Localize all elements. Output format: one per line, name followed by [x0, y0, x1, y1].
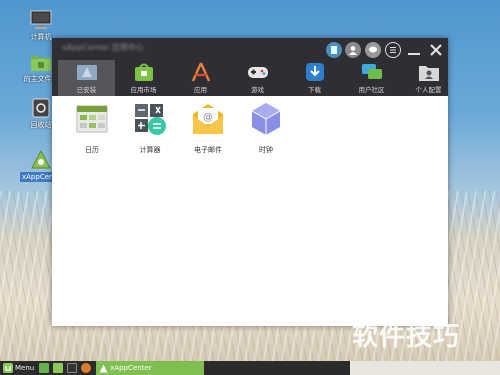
tab-label: 游戏 [251, 86, 264, 94]
tab-market[interactable]: 应用市场 [115, 60, 172, 96]
firefox-icon[interactable] [81, 363, 92, 373]
close-icon [430, 44, 442, 56]
profile-icon [418, 62, 440, 82]
menu-label: Menu [15, 364, 35, 372]
desktop: 计算机 的主文件夹 回收站 xAppCenter xAppCenter 应用中心 [0, 0, 500, 375]
xappcenter-icon [99, 364, 108, 372]
calendar-icon [75, 102, 109, 136]
market-icon [133, 62, 155, 82]
home-folder-icon [30, 52, 52, 72]
close-button[interactable] [428, 42, 444, 58]
tab-games[interactable]: 游戏 [229, 60, 286, 96]
skin-icon [331, 46, 337, 54]
clock-icon [249, 102, 283, 136]
minimize-icon [408, 53, 420, 55]
terminal-icon[interactable] [67, 363, 78, 373]
tab-label: 应用 [194, 86, 207, 94]
installed-apps-panel: 日历 计算器 @ 电子邮件 时钟 [52, 96, 448, 326]
calculator-icon [133, 102, 167, 136]
xappcenter-window: xAppCenter 应用中心 已安装 应用市场 应用 游戏 下载 用户社区 个… [52, 38, 448, 326]
taskbar-tray [350, 361, 500, 375]
svg-text:@: @ [203, 112, 213, 123]
window-title: xAppCenter 应用中心 [62, 43, 144, 52]
title-bar[interactable]: xAppCenter 应用中心 已安装 应用市场 应用 游戏 下载 用户社区 个… [52, 38, 448, 96]
app-label: 电子邮件 [194, 146, 222, 154]
app-calculator[interactable]: 计算器 [120, 102, 180, 155]
files-icon[interactable] [53, 363, 64, 373]
user-icon [349, 46, 357, 55]
mint-logo-icon [3, 363, 13, 373]
tab-apps[interactable]: 应用 [172, 60, 229, 96]
app-email[interactable]: @ 电子邮件 [178, 102, 238, 155]
chat-button[interactable] [365, 42, 381, 58]
gamepad-icon [247, 62, 269, 82]
tab-download[interactable]: 下载 [286, 60, 343, 96]
app-label: 计算器 [139, 146, 161, 154]
chat-icon [369, 46, 377, 53]
tab-label: 个人配置 [415, 86, 442, 94]
tab-label: 已安装 [76, 86, 97, 94]
tab-profile[interactable]: 个人配置 [400, 60, 457, 96]
tab-bar: 已安装 应用市场 应用 游戏 下载 用户社区 个人配置 [58, 60, 457, 96]
trash-icon [30, 98, 52, 118]
installed-icon [76, 62, 98, 82]
taskbar-item-xappcenter[interactable]: xAppCenter [96, 361, 205, 375]
apps-icon [190, 62, 212, 82]
app-label: 日历 [85, 146, 99, 154]
menu-button[interactable] [385, 42, 401, 58]
computer-icon [30, 10, 52, 30]
show-desktop-icon[interactable] [39, 363, 50, 373]
menu-button[interactable]: Menu [0, 361, 37, 375]
tab-label: 应用市场 [130, 86, 157, 94]
app-label: 时钟 [259, 146, 273, 154]
email-icon: @ [191, 102, 225, 136]
community-icon [361, 62, 383, 82]
tab-community[interactable]: 用户社区 [343, 60, 400, 96]
minimize-button[interactable] [406, 42, 422, 58]
watermark: 软件技巧 [352, 322, 461, 352]
menu-icon [390, 47, 396, 53]
app-clock[interactable]: 时钟 [236, 102, 296, 155]
tab-installed[interactable]: 已安装 [58, 60, 115, 96]
taskbar: Menu xAppCenter [0, 361, 500, 375]
tab-label: 下载 [308, 86, 321, 94]
taskbar-item-label: xAppCenter [110, 364, 152, 372]
tab-label: 用户社区 [358, 86, 385, 94]
user-button[interactable] [345, 42, 361, 58]
app-calendar[interactable]: 日历 [62, 102, 122, 155]
download-icon [304, 62, 326, 82]
xappcenter-icon [30, 149, 52, 170]
skin-button[interactable] [326, 42, 342, 58]
